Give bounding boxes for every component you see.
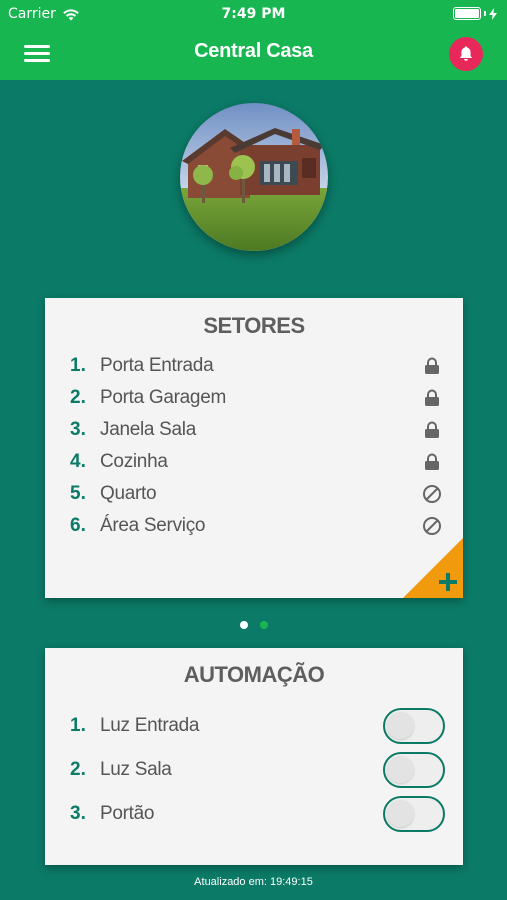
item-number: 3. [70,803,86,824]
page-title: Central Casa [194,40,313,62]
disabled-icon[interactable] [421,483,443,505]
item-label: Porta Garagem [100,387,226,408]
toggle-knob [387,800,414,827]
nav-bar: Central Casa [0,28,507,80]
item-label: Área Serviço [100,515,206,536]
sector-item-porta-entrada[interactable]: 1. Porta Entrada [70,352,443,380]
add-sector-button[interactable] [403,538,463,598]
lock-icon[interactable] [421,355,443,377]
notifications-button[interactable] [449,37,483,71]
status-bar: Carrier 7:49 PM [0,0,507,28]
status-time: 7:49 PM [221,6,286,22]
page-dot-2[interactable] [259,621,268,629]
toggle-luz-sala[interactable] [383,752,445,788]
automacao-title: AUTOMAÇÃO [183,662,325,687]
sector-item-quarto[interactable]: 5. Quarto [70,480,443,508]
lock-icon[interactable] [421,419,443,441]
lock-icon[interactable] [421,387,443,409]
sector-item-porta-garagem[interactable]: 2. Porta Garagem [70,384,443,412]
lock-icon[interactable] [421,451,443,473]
toggle-luz-entrada[interactable] [383,708,445,744]
automacao-card: AUTOMAÇÃO 1. Luz Entrada 2. Luz Sala 3. … [45,648,463,865]
page-dot-1[interactable] [239,621,248,629]
charging-bolt-icon [489,7,497,20]
page-indicator[interactable] [0,621,507,629]
item-label: Cozinha [100,451,168,472]
setores-title: SETORES [203,313,305,338]
last-updated-label: Atualizado em: 19:49:15 [194,876,313,888]
item-number: 5. [70,483,86,504]
toggle-knob [387,756,414,783]
item-label: Janela Sala [100,419,196,440]
setores-card: SETORES 1. Porta Entrada 2. Porta Garage… [45,298,463,598]
item-number: 1. [70,715,86,736]
item-number: 1. [70,355,86,376]
battery-icon [453,7,481,20]
item-number: 2. [70,387,86,408]
sector-item-janela-sala[interactable]: 3. Janela Sala [70,416,443,444]
sector-item-cozinha[interactable]: 4. Cozinha [70,448,443,476]
bell-icon [459,46,473,61]
house-photo [180,103,328,251]
item-number: 2. [70,759,86,780]
item-label: Porta Entrada [100,355,214,376]
disabled-icon[interactable] [421,515,443,537]
battery-indicator [453,7,497,20]
item-number: 4. [70,451,86,472]
item-number: 3. [70,419,86,440]
toggle-knob [387,712,414,739]
item-label: Quarto [100,483,157,504]
sector-item-area-servico[interactable]: 6. Área Serviço [70,512,443,540]
toggle-portao[interactable] [383,796,445,832]
item-number: 6. [70,515,86,536]
